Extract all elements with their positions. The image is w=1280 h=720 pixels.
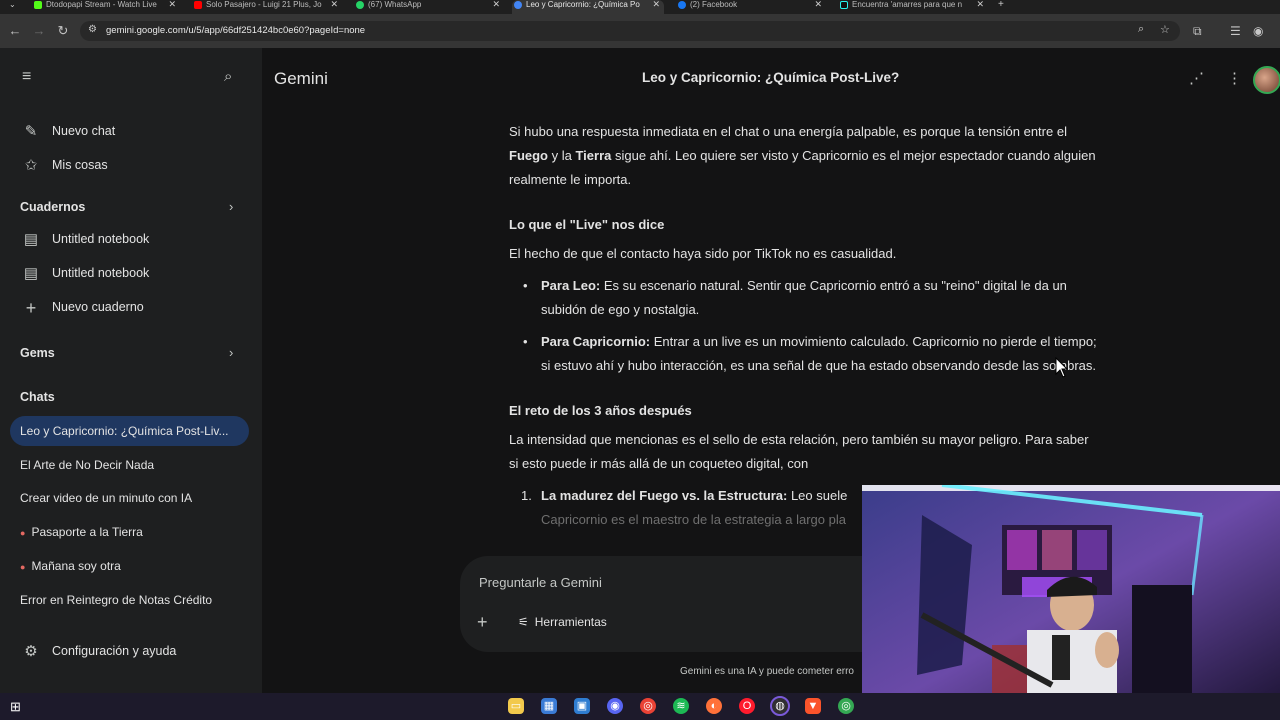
sliders-icon: ⚟ (518, 615, 529, 629)
my-stuff-button[interactable]: ✩ Mis cosas (0, 151, 262, 181)
settings-button[interactable]: ⚙ Configuración y ayuda (0, 637, 262, 667)
chat-item[interactable]: Error en Reintegro de Notas Crédito (20, 593, 212, 607)
notebook-icon: ▤ (23, 231, 39, 248)
brave-icon[interactable]: ▼ (805, 698, 821, 714)
browser-tab[interactable]: (67) WhatsApp ✕ (354, 0, 504, 14)
opera-icon[interactable]: O (739, 698, 755, 714)
spotify-icon[interactable]: ≋ (673, 698, 689, 714)
close-tab-icon[interactable]: ✕ (330, 0, 338, 9)
facebook-icon (678, 1, 686, 9)
chrome-profile-icon[interactable]: ◎ (838, 698, 854, 714)
avatar[interactable] (1253, 66, 1280, 94)
sidebar-item-notebook[interactable]: ▤ Untitled notebook (0, 225, 262, 255)
pin-icon: ● (20, 528, 26, 538)
youtube-icon (194, 1, 202, 9)
paragraph: La intensidad que mencionas es el sello … (509, 432, 1089, 471)
browser-tab-bar: ⌄ Dtodopapi Stream - Watch Live ✕ Solo P… (0, 0, 1280, 14)
notebook-icon: ▤ (23, 265, 39, 282)
tools-button[interactable]: ⚟ Herramientas (518, 615, 607, 629)
chevron-right-icon[interactable]: › (229, 345, 233, 360)
close-tab-icon[interactable]: ✕ (814, 0, 822, 9)
browser-toolbar: ← → ↻ ⚙ gemini.google.com/u/5/app/66df25… (0, 14, 1280, 48)
windows-start-icon[interactable]: ⊞ (10, 699, 21, 715)
bullet-item: Para Capricornio: Entrar a un live es un… (509, 330, 1099, 378)
edit-icon: ✎ (24, 123, 38, 140)
more-vert-icon[interactable]: ⋮ (1227, 69, 1242, 87)
discord-icon[interactable]: ◉ (607, 698, 623, 714)
sidebar-item-notebook[interactable]: ▤ Untitled notebook (0, 259, 262, 289)
close-tab-icon[interactable]: ✕ (168, 0, 176, 9)
url-text: gemini.google.com/u/5/app/66df251424bc0e… (106, 25, 366, 36)
response-content: Si hubo una respuesta inmediata en el ch… (509, 120, 1099, 532)
menu-icon[interactable]: ≡ (22, 68, 31, 86)
browser-tab[interactable]: Dtodopapi Stream - Watch Live ✕ (32, 0, 180, 14)
chat-item-pinned[interactable]: ● Mañana soy otra (20, 559, 121, 573)
gems-title[interactable]: Gems (20, 346, 55, 360)
browser-tab[interactable]: Encuentra 'amarres para que n ✕ (838, 0, 988, 14)
mouse-cursor (1055, 357, 1069, 378)
new-tab-icon[interactable]: + (998, 0, 1004, 10)
taskbar: ⊞ ▭ ▦ ▣ ◉ ◎ ≋ ◐ O ◍ ▼ ◎ (0, 693, 1280, 720)
firefox-icon[interactable]: ◐ (706, 698, 722, 714)
browser-tab[interactable]: (2) Facebook ✕ (676, 0, 826, 14)
forward-icon[interactable]: → (31, 23, 47, 38)
webcam-overlay (862, 485, 1280, 720)
kick-icon (34, 1, 42, 9)
notebooks-title[interactable]: Cuadernos (20, 200, 85, 214)
new-chat-button[interactable]: ✎ Nuevo chat (0, 117, 262, 147)
browser-tab-active[interactable]: Leo y Capricornio: ¿Química Po ✕ (512, 0, 664, 14)
chrome-icon[interactable]: ◎ (640, 698, 656, 714)
chat-item[interactable]: Leo y Capricornio: ¿Química Post-Liv... (20, 424, 229, 438)
obs-icon[interactable]: ◍ (770, 696, 790, 716)
browser-tab[interactable]: Solo Pasajero - Luigi 21 Plus, Jo ✕ (192, 0, 342, 14)
zoom-icon[interactable]: ⌕ (1138, 23, 1144, 36)
close-tab-icon[interactable]: ✕ (976, 0, 984, 9)
section-heading: El reto de los 3 años después (509, 403, 692, 418)
paragraph: El hecho de que el contacto haya sido po… (509, 246, 897, 261)
add-attachment-icon[interactable]: + (477, 612, 488, 633)
file-explorer-icon[interactable]: ▭ (508, 698, 524, 714)
gemini-brand[interactable]: Gemini (274, 69, 328, 89)
section-heading: Lo que el "Live" nos dice (509, 217, 665, 232)
pin-icon: ● (20, 562, 26, 572)
store-icon[interactable]: ▦ (541, 698, 557, 714)
chat-item[interactable]: El Arte de No Decir Nada (20, 458, 154, 472)
close-tab-icon[interactable]: ✕ (492, 0, 500, 9)
shapes-icon: ✩ (24, 157, 38, 174)
chevron-right-icon[interactable]: › (229, 199, 233, 214)
reload-icon[interactable]: ↻ (55, 23, 71, 39)
profile-icon[interactable]: ◉ (1253, 24, 1263, 38)
bookmark-star-icon[interactable]: ☆ (1160, 23, 1170, 36)
share-icon[interactable]: ⋰ (1189, 69, 1204, 87)
paragraph: Si hubo una respuesta inmediata en el ch… (509, 124, 1096, 187)
photos-icon[interactable]: ▣ (574, 698, 590, 714)
whatsapp-icon (356, 1, 364, 9)
extensions-icon[interactable]: ⧉ (1193, 24, 1202, 39)
chrome-menu-icon[interactable]: ⌄ (9, 0, 16, 9)
chat-title[interactable]: Leo y Capricornio: ¿Química Post-Live? (642, 70, 899, 85)
site-info-icon[interactable]: ⚙ (88, 24, 97, 35)
gear-icon: ⚙ (24, 643, 38, 660)
disclaimer-text: Gemini es una IA y puede cometer erro (680, 666, 854, 677)
address-bar[interactable]: ⚙ gemini.google.com/u/5/app/66df251424bc… (80, 21, 1180, 41)
media-controls-icon[interactable]: ☰ (1230, 24, 1241, 38)
tiktok-icon (840, 1, 848, 9)
webcam-image (862, 485, 1280, 720)
close-tab-icon[interactable]: ✕ (652, 0, 660, 9)
new-notebook-button[interactable]: + Nuevo cuaderno (0, 293, 262, 323)
chats-title: Chats (20, 390, 55, 404)
back-icon[interactable]: ← (7, 23, 23, 38)
chat-item[interactable]: Crear video de un minuto con IA (20, 491, 192, 505)
sidebar: ≡ ⌕ ✎ Nuevo chat ✩ Mis cosas Cuadernos ›… (0, 48, 262, 693)
chat-item-pinned[interactable]: ● Pasaporte a la Tierra (20, 525, 143, 539)
bullet-item: Para Leo: Es su escenario natural. Senti… (509, 274, 1099, 322)
gemini-icon (514, 1, 522, 9)
prompt-input[interactable]: Preguntarle a Gemini (479, 575, 602, 590)
plus-icon: + (25, 298, 37, 318)
search-icon[interactable]: ⌕ (224, 68, 232, 85)
